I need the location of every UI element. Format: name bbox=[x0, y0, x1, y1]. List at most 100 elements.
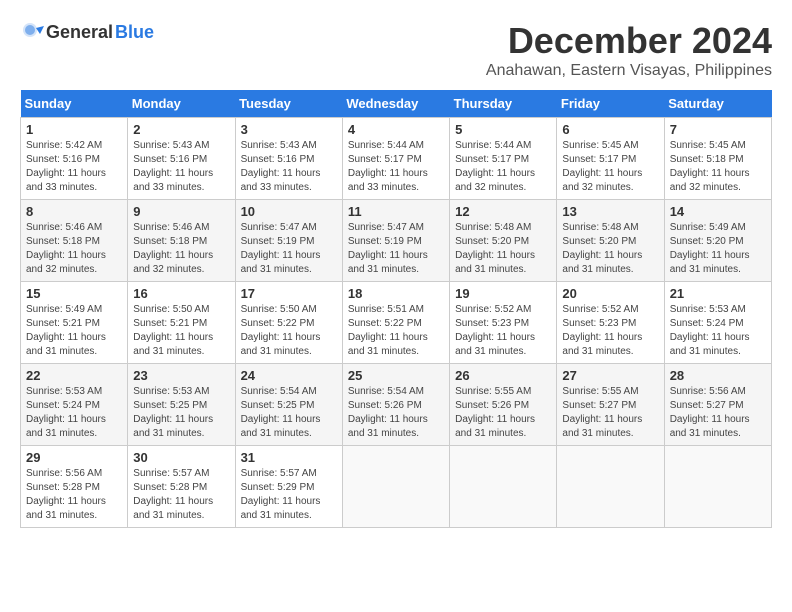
day-number: 12 bbox=[455, 204, 551, 219]
day-info: Sunrise: 5:55 AMSunset: 5:27 PMDaylight:… bbox=[562, 385, 658, 441]
calendar-cell: 11 Sunrise: 5:47 AMSunset: 5:19 PMDayligh… bbox=[342, 200, 449, 282]
calendar-cell: 10 Sunrise: 5:47 AMSunset: 5:19 PMDayligh… bbox=[235, 200, 342, 282]
calendar-cell: 5Sunrise: 5:44 AMSunset: 5:17 PMDaylight… bbox=[450, 118, 557, 200]
day-number: 6 bbox=[562, 122, 658, 137]
day-info: Sunrise: 5:54 AMSunset: 5:26 PMDaylight:… bbox=[348, 385, 444, 441]
calendar-header-row: SundayMondayTuesdayWednesdayThursdayFrid… bbox=[21, 90, 772, 118]
day-number: 27 bbox=[562, 368, 658, 383]
day-info: Sunrise: 5:49 AMSunset: 5:20 PMDaylight:… bbox=[670, 221, 766, 277]
calendar-cell: 26 Sunrise: 5:55 AMSunset: 5:26 PMDayligh… bbox=[450, 364, 557, 446]
calendar-cell: 19 Sunrise: 5:52 AMSunset: 5:23 PMDayligh… bbox=[450, 282, 557, 364]
day-number: 22 bbox=[26, 368, 122, 383]
day-info: Sunrise: 5:46 AMSunset: 5:18 PMDaylight:… bbox=[26, 221, 122, 277]
calendar-cell: 8 Sunrise: 5:46 AMSunset: 5:18 PMDaylight… bbox=[21, 200, 128, 282]
calendar-cell: 16 Sunrise: 5:50 AMSunset: 5:21 PMDayligh… bbox=[128, 282, 235, 364]
calendar-week-row: 15 Sunrise: 5:49 AMSunset: 5:21 PMDayligh… bbox=[21, 282, 772, 364]
day-info: Sunrise: 5:43 AMSunset: 5:16 PMDaylight:… bbox=[133, 139, 229, 195]
calendar-cell: 24 Sunrise: 5:54 AMSunset: 5:25 PMDayligh… bbox=[235, 364, 342, 446]
day-number: 13 bbox=[562, 204, 658, 219]
day-header-saturday: Saturday bbox=[664, 90, 771, 118]
calendar-cell: 28 Sunrise: 5:56 AMSunset: 5:27 PMDayligh… bbox=[664, 364, 771, 446]
logo-icon bbox=[20, 20, 44, 44]
day-info: Sunrise: 5:48 AMSunset: 5:20 PMDaylight:… bbox=[562, 221, 658, 277]
calendar-cell bbox=[557, 446, 664, 528]
day-info: Sunrise: 5:53 AMSunset: 5:24 PMDaylight:… bbox=[670, 303, 766, 359]
day-info: Sunrise: 5:50 AMSunset: 5:22 PMDaylight:… bbox=[241, 303, 337, 359]
day-number: 17 bbox=[241, 286, 337, 301]
day-number: 11 bbox=[348, 204, 444, 219]
day-info: Sunrise: 5:55 AMSunset: 5:26 PMDaylight:… bbox=[455, 385, 551, 441]
calendar-cell bbox=[450, 446, 557, 528]
day-number: 4 bbox=[348, 122, 444, 137]
calendar-cell: 3 Sunrise: 5:43 AMSunset: 5:16 PMDaylight… bbox=[235, 118, 342, 200]
day-number: 23 bbox=[133, 368, 229, 383]
day-header-thursday: Thursday bbox=[450, 90, 557, 118]
calendar-cell: 25 Sunrise: 5:54 AMSunset: 5:26 PMDayligh… bbox=[342, 364, 449, 446]
calendar-cell: 22 Sunrise: 5:53 AMSunset: 5:24 PMDayligh… bbox=[21, 364, 128, 446]
day-info: Sunrise: 5:52 AMSunset: 5:23 PMDaylight:… bbox=[562, 303, 658, 359]
day-number: 15 bbox=[26, 286, 122, 301]
day-info: Sunrise: 5:52 AMSunset: 5:23 PMDaylight:… bbox=[455, 303, 551, 359]
day-number: 30 bbox=[133, 450, 229, 465]
calendar-week-row: 8 Sunrise: 5:46 AMSunset: 5:18 PMDaylight… bbox=[21, 200, 772, 282]
calendar-week-row: 29 Sunrise: 5:56 AMSunset: 5:28 PMDayligh… bbox=[21, 446, 772, 528]
day-info: Sunrise: 5:54 AMSunset: 5:25 PMDaylight:… bbox=[241, 385, 337, 441]
day-info: Sunrise: 5:45 AMSunset: 5:17 PMDaylight:… bbox=[562, 139, 658, 195]
title-section: December 2024 Anahawan, Eastern Visayas,… bbox=[486, 20, 772, 80]
calendar-cell: 17 Sunrise: 5:50 AMSunset: 5:22 PMDayligh… bbox=[235, 282, 342, 364]
calendar-week-row: 1Sunrise: 5:42 AMSunset: 5:16 PMDaylight… bbox=[21, 118, 772, 200]
day-header-tuesday: Tuesday bbox=[235, 90, 342, 118]
day-info: Sunrise: 5:53 AMSunset: 5:25 PMDaylight:… bbox=[133, 385, 229, 441]
calendar-cell: 6 Sunrise: 5:45 AMSunset: 5:17 PMDaylight… bbox=[557, 118, 664, 200]
day-info: Sunrise: 5:47 AMSunset: 5:19 PMDaylight:… bbox=[348, 221, 444, 277]
day-number: 26 bbox=[455, 368, 551, 383]
day-info: Sunrise: 5:43 AMSunset: 5:16 PMDaylight:… bbox=[241, 139, 337, 195]
day-number: 20 bbox=[562, 286, 658, 301]
day-number: 10 bbox=[241, 204, 337, 219]
day-info: Sunrise: 5:57 AMSunset: 5:28 PMDaylight:… bbox=[133, 467, 229, 523]
logo: General Blue bbox=[20, 20, 154, 44]
day-info: Sunrise: 5:45 AMSunset: 5:18 PMDaylight:… bbox=[670, 139, 766, 195]
day-info: Sunrise: 5:44 AMSunset: 5:17 PMDaylight:… bbox=[455, 139, 551, 195]
day-number: 16 bbox=[133, 286, 229, 301]
calendar-cell: 23 Sunrise: 5:53 AMSunset: 5:25 PMDayligh… bbox=[128, 364, 235, 446]
calendar-cell: 9Sunrise: 5:46 AMSunset: 5:18 PMDaylight… bbox=[128, 200, 235, 282]
calendar-table: SundayMondayTuesdayWednesdayThursdayFrid… bbox=[20, 90, 772, 528]
calendar-cell: 30 Sunrise: 5:57 AMSunset: 5:28 PMDayligh… bbox=[128, 446, 235, 528]
logo-general-text: General bbox=[46, 22, 113, 43]
day-header-friday: Friday bbox=[557, 90, 664, 118]
day-info: Sunrise: 5:47 AMSunset: 5:19 PMDaylight:… bbox=[241, 221, 337, 277]
day-info: Sunrise: 5:53 AMSunset: 5:24 PMDaylight:… bbox=[26, 385, 122, 441]
day-info: Sunrise: 5:49 AMSunset: 5:21 PMDaylight:… bbox=[26, 303, 122, 359]
location-title: Anahawan, Eastern Visayas, Philippines bbox=[486, 62, 772, 80]
day-info: Sunrise: 5:56 AMSunset: 5:27 PMDaylight:… bbox=[670, 385, 766, 441]
calendar-cell: 2Sunrise: 5:43 AMSunset: 5:16 PMDaylight… bbox=[128, 118, 235, 200]
calendar-cell: 27 Sunrise: 5:55 AMSunset: 5:27 PMDayligh… bbox=[557, 364, 664, 446]
day-number: 1 bbox=[26, 122, 122, 137]
logo-blue-text: Blue bbox=[115, 22, 154, 43]
calendar-cell bbox=[664, 446, 771, 528]
day-number: 24 bbox=[241, 368, 337, 383]
day-info: Sunrise: 5:57 AMSunset: 5:29 PMDaylight:… bbox=[241, 467, 337, 523]
day-number: 21 bbox=[670, 286, 766, 301]
day-number: 19 bbox=[455, 286, 551, 301]
day-info: Sunrise: 5:44 AMSunset: 5:17 PMDaylight:… bbox=[348, 139, 444, 195]
day-number: 9 bbox=[133, 204, 229, 219]
day-number: 8 bbox=[26, 204, 122, 219]
day-info: Sunrise: 5:56 AMSunset: 5:28 PMDaylight:… bbox=[26, 467, 122, 523]
day-number: 18 bbox=[348, 286, 444, 301]
calendar-cell: 1Sunrise: 5:42 AMSunset: 5:16 PMDaylight… bbox=[21, 118, 128, 200]
calendar-body: 1Sunrise: 5:42 AMSunset: 5:16 PMDaylight… bbox=[21, 118, 772, 528]
calendar-cell: 15 Sunrise: 5:49 AMSunset: 5:21 PMDayligh… bbox=[21, 282, 128, 364]
day-number: 14 bbox=[670, 204, 766, 219]
day-number: 28 bbox=[670, 368, 766, 383]
calendar-week-row: 22 Sunrise: 5:53 AMSunset: 5:24 PMDayligh… bbox=[21, 364, 772, 446]
day-number: 3 bbox=[241, 122, 337, 137]
day-number: 25 bbox=[348, 368, 444, 383]
calendar-cell bbox=[342, 446, 449, 528]
day-number: 29 bbox=[26, 450, 122, 465]
day-header-monday: Monday bbox=[128, 90, 235, 118]
calendar-cell: 21 Sunrise: 5:53 AMSunset: 5:24 PMDayligh… bbox=[664, 282, 771, 364]
calendar-cell: 12Sunrise: 5:48 AMSunset: 5:20 PMDayligh… bbox=[450, 200, 557, 282]
day-info: Sunrise: 5:50 AMSunset: 5:21 PMDaylight:… bbox=[133, 303, 229, 359]
